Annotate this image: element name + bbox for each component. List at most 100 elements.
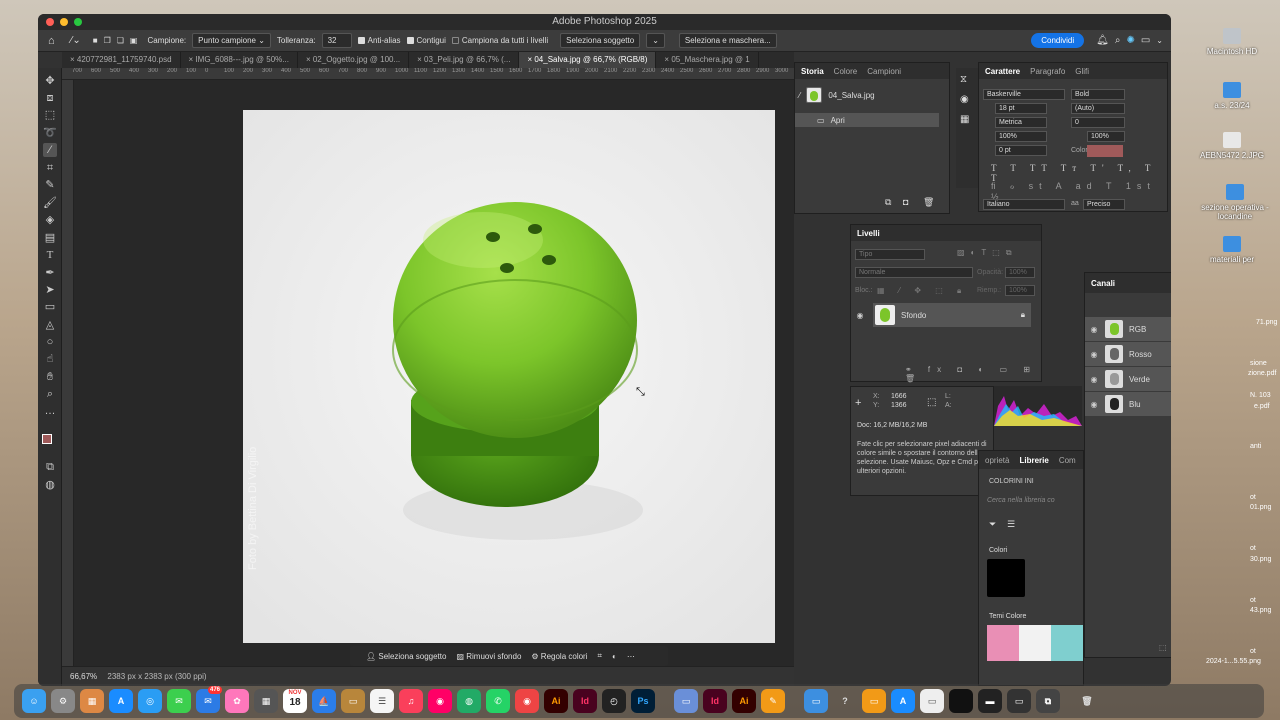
smudge-tool-icon[interactable]: ☝: [43, 352, 57, 366]
launchpad-icon[interactable]: ▦: [80, 689, 104, 713]
photoshop-icon[interactable]: Ps: [631, 689, 655, 713]
tab-libraries[interactable]: Librerie: [1019, 456, 1048, 465]
finder-folder-icon[interactable]: ▭: [804, 689, 828, 713]
screenshot-thumb-4[interactable]: ⧉: [1036, 689, 1060, 713]
tracking-input[interactable]: 0: [1071, 117, 1125, 128]
swatches-panel-icon[interactable]: ▦: [960, 114, 969, 125]
tab-swatches[interactable]: Campioni: [867, 67, 901, 76]
doc-tab[interactable]: × 05_Maschera.jpg @ 1: [656, 52, 759, 68]
channel-row[interactable]: ◉Blu⌘5: [1085, 392, 1171, 416]
browser-icon[interactable]: ◍: [457, 689, 481, 713]
desktop-macintosh-hd[interactable]: Macintosh HD: [1192, 28, 1272, 56]
kerning-select[interactable]: Metrica: [995, 117, 1047, 128]
language-select[interactable]: Italiano: [983, 199, 1065, 210]
notes-icon[interactable]: ⛵: [312, 689, 336, 713]
rectangle-tool-icon[interactable]: ▭: [43, 300, 57, 314]
settings-icon[interactable]: ⚙: [51, 689, 75, 713]
library-search-input[interactable]: Cerca nella libreria co: [987, 497, 1055, 504]
fill-input[interactable]: 100%: [1005, 285, 1035, 296]
app-store-icon[interactable]: A: [109, 689, 133, 713]
doc-tab[interactable]: × IMG_6088---.jpg @ 50%...: [181, 52, 298, 68]
mail-icon[interactable]: ✉ 476: [196, 686, 222, 713]
history-panel-icon[interactable]: ⧖: [960, 74, 967, 85]
doc-tab[interactable]: × 420772981_11759740.psd: [62, 52, 181, 68]
lock-icons[interactable]: ▦ ⁄ ✥ ⬚ 🔒︎: [877, 286, 967, 296]
zoom-level[interactable]: 66,67%: [70, 672, 97, 681]
folder-doc-icon[interactable]: ▭: [920, 689, 944, 713]
layer-visibility-eye-icon[interactable]: ◉: [855, 311, 865, 320]
tab-color[interactable]: Colore: [834, 67, 858, 76]
select-subject-task[interactable]: 👤︎ Seleziona soggetto: [366, 652, 446, 661]
messages-icon[interactable]: ✉: [167, 689, 191, 713]
desktop-folder-materiali[interactable]: materiali per: [1192, 236, 1272, 264]
sample-size-select[interactable]: Punto campione ⌄: [192, 33, 271, 48]
subtract-selection-icon[interactable]: ❏: [117, 36, 124, 45]
screen-mode-icon[interactable]: ⧉: [43, 460, 57, 474]
desktop-folder-as[interactable]: a.s. 23/24: [1192, 82, 1272, 110]
finder-icon[interactable]: ☺: [22, 689, 46, 713]
artboard-tool-icon[interactable]: ⧈: [43, 91, 57, 105]
eraser-tool-icon[interactable]: ◈: [43, 213, 57, 227]
minimize-window-button[interactable]: [60, 18, 68, 26]
font-size-input[interactable]: 18 pt: [995, 103, 1047, 114]
font-family-select[interactable]: Baskerville: [983, 89, 1065, 100]
document-canvas[interactable]: Foto by Bettina Di Virgilio: [243, 110, 775, 643]
channel-row[interactable]: ◉Rosso⌘3: [1085, 342, 1171, 366]
zoom-window-button[interactable]: [74, 18, 82, 26]
pen-tool-icon[interactable]: ✒: [43, 266, 57, 280]
tab-properties[interactable]: oprietà: [985, 456, 1009, 465]
layer-filter-search[interactable]: Tipo: [855, 249, 925, 260]
reminders-icon[interactable]: ☰: [370, 689, 394, 713]
color-theme-strip[interactable]: [987, 625, 1083, 661]
adjust-colors-task[interactable]: ⚙ Regola colori: [531, 652, 587, 661]
history-snapshot[interactable]: ⁄ 04_Salva.jpg: [799, 87, 875, 103]
lasso-tool-icon[interactable]: ➰: [43, 126, 57, 140]
channel-visibility-eye-icon[interactable]: ◉: [1089, 325, 1099, 334]
desktop-file-aebn[interactable]: AEBN5472 2.JPG: [1192, 132, 1272, 160]
select-and-mask-button[interactable]: Seleziona e maschera...: [678, 33, 777, 48]
history-step[interactable]: ▭ Apri: [795, 113, 939, 127]
magic-wand-tool-icon[interactable]: ⁄: [43, 143, 57, 157]
contiguous-checkbox[interactable]: Contigui: [406, 36, 446, 45]
keynote-icon[interactable]: ▭: [341, 689, 365, 713]
tab-history[interactable]: Storia: [801, 67, 824, 76]
antialias-checkbox[interactable]: Anti-alias: [357, 36, 401, 45]
opacity-input[interactable]: 100%: [1005, 267, 1035, 278]
channels-footer-icons[interactable]: ⬚◘⊞🗑︎: [1159, 643, 1171, 652]
workspace-icon[interactable]: ▭: [1141, 35, 1150, 46]
intersect-selection-icon[interactable]: ▣: [130, 36, 138, 45]
move-tool-icon[interactable]: ✥: [43, 74, 57, 88]
screenshot-thumb-3[interactable]: ▭: [1007, 689, 1031, 713]
crop-tool-icon[interactable]: ⌗: [43, 161, 57, 175]
tab-paragraph[interactable]: Paragrafo: [1030, 67, 1065, 76]
leading-input[interactable]: (Auto): [1071, 103, 1125, 114]
font-style-select[interactable]: Bold: [1071, 89, 1125, 100]
layers-footer-icons[interactable]: ⚭ fx ◘ ◐ ▭ ⊞ 🗑︎: [905, 365, 1041, 383]
document-size[interactable]: 2383 px x 2383 px (300 ppi): [107, 672, 206, 681]
podcasts-icon[interactable]: ◉: [428, 689, 452, 713]
more-tools-icon[interactable]: …: [43, 404, 57, 418]
layer-filter-icons[interactable]: ▨◐T⬚⧉: [957, 248, 1018, 258]
text-color-swatch[interactable]: [1087, 145, 1123, 157]
preview-icon[interactable]: ▭: [674, 689, 698, 713]
fill-tool-icon[interactable]: ◬: [43, 318, 57, 332]
more-options-icon[interactable]: ⋯: [627, 652, 635, 661]
trash-icon[interactable]: 🗑︎: [1075, 689, 1099, 713]
photos-icon[interactable]: ✿: [225, 689, 249, 713]
vertical-scale-input[interactable]: 100%: [995, 131, 1047, 142]
new-document-from-state-icon[interactable]: ⧉: [885, 197, 891, 208]
new-selection-icon[interactable]: ■: [93, 36, 98, 45]
music-icon[interactable]: ♫: [399, 689, 423, 713]
quick-mask-icon[interactable]: ◍: [43, 478, 57, 492]
doc-tab-active[interactable]: × 04_Salva.jpg @ 66,7% (RGB/8): [519, 52, 657, 68]
contrast-task-icon[interactable]: ◐: [612, 652, 617, 661]
sort-icon[interactable]: ☰: [1007, 519, 1015, 530]
calendar-icon[interactable]: NOV 18: [283, 689, 307, 713]
hand-tool-icon[interactable]: ✋︎: [43, 370, 57, 384]
horizontal-scale-input[interactable]: 100%: [1087, 131, 1125, 142]
filter-icon[interactable]: ⏷: [989, 519, 996, 530]
crop-task-icon[interactable]: ⌗: [598, 651, 603, 661]
pages-icon[interactable]: ✎: [761, 689, 785, 713]
new-snapshot-icon[interactable]: ◘: [903, 197, 908, 207]
search-icon[interactable]: ⌕: [1115, 35, 1121, 46]
